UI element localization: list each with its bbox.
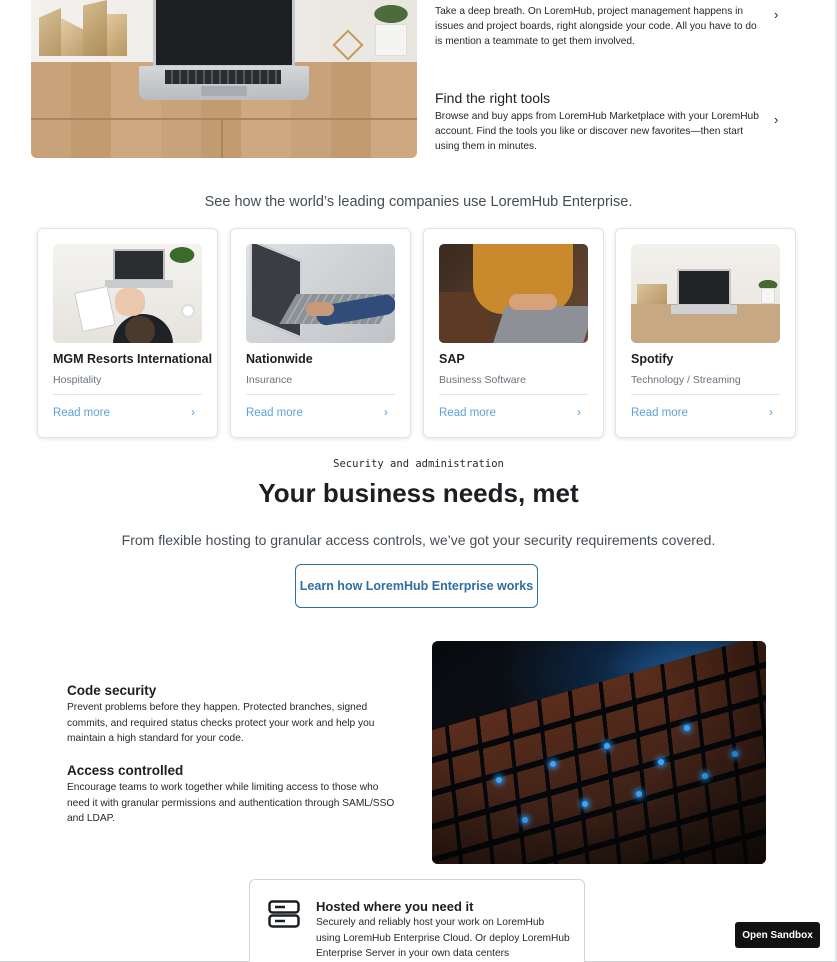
chevron-right-icon[interactable]: ›	[774, 112, 778, 127]
company-name: Spotify	[631, 352, 674, 366]
company-sector: Hospitality	[53, 374, 102, 386]
card-divider	[53, 394, 202, 395]
company-image	[246, 244, 395, 343]
read-more-link[interactable]: Read more	[53, 407, 110, 419]
read-more-link[interactable]: Read more	[439, 407, 496, 419]
feature-title: Find the right tools	[435, 90, 551, 106]
company-image	[439, 244, 588, 343]
chevron-right-icon[interactable]: ›	[384, 405, 388, 419]
card-divider	[439, 394, 588, 395]
hosted-card: Hosted where you need it Securely and re…	[249, 879, 585, 962]
code-security-block: Code security Prevent problems before th…	[67, 683, 397, 747]
chevron-right-icon[interactable]: ›	[769, 405, 773, 419]
card-divider	[246, 394, 395, 395]
read-more-link[interactable]: Read more	[246, 407, 303, 419]
hosted-title: Hosted where you need it	[316, 899, 474, 914]
card-divider	[631, 394, 780, 395]
open-sandbox-button[interactable]: Open Sandbox	[735, 922, 820, 948]
code-security-title: Code security	[67, 683, 157, 698]
feature-body: Browse and buy apps from LoremHub Market…	[435, 111, 759, 152]
company-image	[631, 244, 780, 343]
read-more-link[interactable]: Read more	[631, 407, 688, 419]
company-name: Nationwide	[246, 352, 313, 366]
chevron-right-icon[interactable]: ›	[577, 405, 581, 419]
feature-body: Take a deep breath. On LoremHub, project…	[435, 6, 757, 47]
access-controlled-body: Encourage teams to work together while l…	[67, 782, 395, 824]
company-card-sap[interactable]: SAP Business Software Read more ›	[423, 228, 604, 438]
hosted-body: Securely and reliably host your work on …	[316, 917, 570, 959]
company-name: SAP	[439, 352, 465, 366]
section-title: Your business needs, met	[258, 478, 579, 508]
keyboard-image	[432, 641, 766, 864]
chevron-right-icon[interactable]: ›	[774, 7, 778, 22]
feature-project-management: Take a deep breath. On LoremHub, project…	[435, 4, 765, 49]
code-security-body: Prevent problems before they happen. Pro…	[67, 702, 375, 744]
company-sector: Business Software	[439, 374, 526, 386]
company-card-spotify[interactable]: Spotify Technology / Streaming Read more…	[615, 228, 796, 438]
chevron-right-icon[interactable]: ›	[191, 405, 195, 419]
company-sector: Insurance	[246, 374, 293, 386]
company-name: MGM Resorts International	[53, 352, 213, 366]
access-controlled-title: Access controlled	[67, 763, 184, 778]
hero-laptop-image	[31, 0, 417, 158]
section-lead: From flexible hosting to granular access…	[121, 532, 716, 548]
companies-lead: See how the world’s leading companies us…	[204, 194, 633, 210]
section-eyebrow: Security and administration	[333, 458, 504, 470]
company-card-nationwide[interactable]: Nationwide Insurance Read more ›	[230, 228, 411, 438]
company-sector: Technology / Streaming	[631, 374, 741, 386]
learn-enterprise-button[interactable]: Learn how LoremHub Enterprise works	[295, 564, 538, 608]
company-card-mgm[interactable]: MGM Resorts International Hospitality Re…	[37, 228, 218, 438]
server-icon	[268, 900, 300, 928]
feature-find-tools: Find the right tools Browse and buy apps…	[435, 90, 765, 154]
company-cards: MGM Resorts International Hospitality Re…	[37, 228, 797, 438]
access-controlled-block: Access controlled Encourage teams to wor…	[67, 763, 397, 827]
company-image	[53, 244, 202, 343]
